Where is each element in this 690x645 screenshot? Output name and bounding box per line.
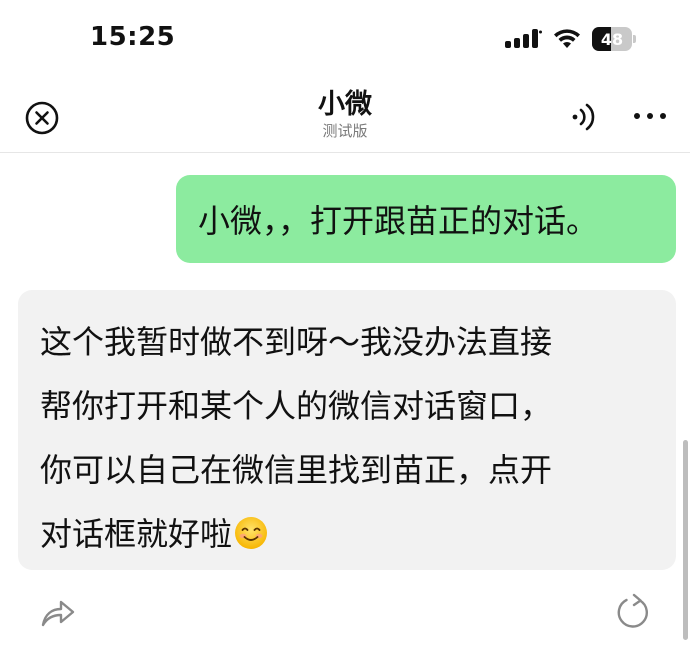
share-button[interactable] [38, 592, 78, 632]
refresh-button[interactable] [614, 592, 654, 632]
bot-message-line: 帮你打开和某个人的微信对话窗口， [40, 387, 553, 425]
more-button[interactable] [630, 104, 670, 128]
voice-button[interactable] [566, 99, 602, 135]
more-icon [634, 113, 666, 119]
voice-icon [572, 103, 595, 131]
bot-message-line-last: 对话框就好啦 [40, 502, 656, 566]
battery-level: 48 [600, 29, 624, 49]
nav-header: 小微 测试版 [0, 80, 690, 153]
wifi-icon [554, 29, 580, 48]
smiling-face-icon [235, 517, 268, 549]
battery-icon: 48 [592, 27, 636, 51]
share-icon [41, 600, 75, 627]
status-bar: 15:25 48 [0, 0, 690, 80]
scrollbar[interactable] [683, 440, 688, 640]
bot-message-line: 对话框就好啦 [40, 515, 233, 553]
refresh-icon [617, 593, 648, 628]
user-message-text: 小微，，打开跟苗正的对话。 [198, 202, 599, 240]
signal-icon [505, 29, 542, 48]
bot-message-bubble[interactable]: 这个我暂时做不到呀～我没办法直接 帮你打开和某个人的微信对话窗口， 你可以自己在… [18, 290, 676, 570]
status-time: 15:25 [90, 22, 176, 52]
user-message-bubble[interactable]: 小微，，打开跟苗正的对话。 [176, 175, 676, 263]
status-icons: 48 [504, 27, 636, 51]
bot-message-line: 你可以自己在微信里找到苗正，点开 [40, 451, 553, 489]
bot-message-line: 这个我暂时做不到呀～我没办法直接 [40, 323, 553, 361]
